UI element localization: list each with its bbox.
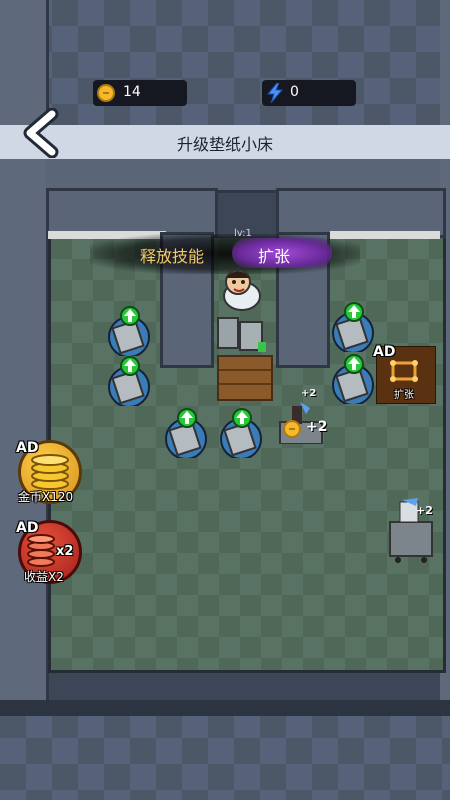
- income-ad-label: 收益X2: [24, 570, 64, 584]
- machine-right-2[interactable]: [330, 354, 376, 406]
- ad-tag: AD: [16, 440, 39, 456]
- upgrade-arrow-icon: [232, 408, 252, 428]
- upgrade-arrow-icon: [344, 354, 364, 374]
- expand-icon: [390, 360, 418, 382]
- coin-icon: [97, 84, 115, 102]
- ad-tag: AD: [373, 344, 396, 360]
- upgrade-arrow-icon: [344, 302, 364, 322]
- toilet-character-icon: [217, 269, 266, 352]
- chevron-left-icon: [23, 107, 59, 159]
- energy-count: 0: [290, 84, 299, 100]
- upgrade-arrow-icon: [177, 408, 197, 428]
- ad-coins-button[interactable]: AD 金币X120: [16, 440, 86, 506]
- background-bottom: [0, 712, 450, 800]
- left-wall: [0, 0, 49, 700]
- expand-ad-label: 扩张: [394, 390, 414, 401]
- back-button[interactable]: [18, 107, 68, 159]
- right-cart-plus: +2: [416, 504, 433, 517]
- lightning-icon: [266, 83, 284, 103]
- ad-income-button[interactable]: x2 AD 收益X2: [16, 520, 86, 586]
- ad-expand-button[interactable]: AD 扩张: [373, 344, 436, 404]
- machine-left-1[interactable]: [106, 306, 152, 358]
- paper-bed[interactable]: [217, 355, 273, 401]
- machine-left-2[interactable]: [106, 356, 152, 408]
- bed-slat: [219, 383, 271, 385]
- bottom-wall: [0, 700, 450, 716]
- coin-stack-icon: [31, 454, 69, 490]
- bed-slat: [219, 369, 271, 371]
- background-top: [0, 0, 450, 125]
- energy-counter: 0: [262, 80, 356, 106]
- skill-label: 释放技能: [140, 247, 205, 266]
- machine-center-1[interactable]: [163, 408, 209, 460]
- upgrade-arrow-icon: [120, 356, 140, 376]
- coins-ad-label: 金币X120: [18, 490, 74, 504]
- coin-count: 14: [123, 84, 141, 100]
- machine-center-2[interactable]: [218, 408, 264, 460]
- multiplier-badge: x2: [56, 544, 74, 559]
- upgrade-arrow-icon: [120, 306, 140, 326]
- coin-stack-red-icon: [27, 534, 55, 567]
- coin-counter: 14: [93, 80, 187, 106]
- character[interactable]: [214, 262, 274, 356]
- machine-right-1[interactable]: [330, 302, 376, 354]
- ad-tag: AD: [16, 520, 39, 536]
- cart-small-plus: +2: [301, 388, 317, 399]
- coin-icon: [283, 420, 301, 438]
- cart-plus-value: +2: [306, 419, 328, 435]
